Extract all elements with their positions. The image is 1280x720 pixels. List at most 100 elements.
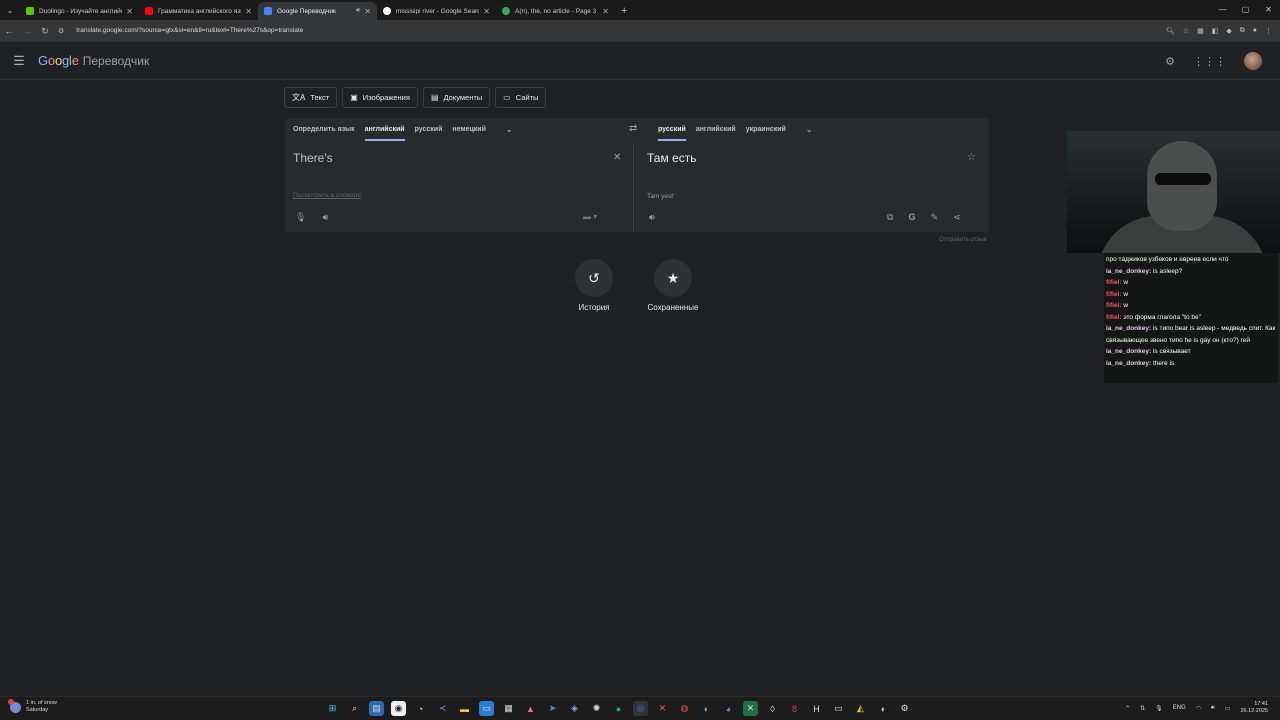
search-icon[interactable]: ⌕ (347, 701, 362, 716)
forward-arrow-icon[interactable]: → (18, 26, 36, 36)
save-star-icon[interactable]: ☆ (967, 152, 976, 163)
browser-tab[interactable]: Грамматика английского языка ✕ (139, 2, 258, 20)
settings-gear-icon[interactable]: ⚙ (1165, 55, 1175, 68)
url-field[interactable]: translate.google.com/?source=gtx&sl=en&t… (70, 23, 1166, 39)
app-icon[interactable]: 8 (787, 701, 802, 716)
photos-icon[interactable]: ▲ (523, 701, 538, 716)
tab-text[interactable]: 文A Текст (284, 87, 338, 108)
reload-icon[interactable]: ↻ (36, 26, 54, 37)
excel-icon[interactable]: ✕ (743, 701, 758, 716)
minimize-icon[interactable]: — (1211, 0, 1234, 20)
speaker-icon[interactable]: 🔊︎ (649, 212, 655, 223)
extensions-puzzle-icon[interactable]: ⧉ (1240, 27, 1245, 35)
new-tab-button[interactable]: + (615, 2, 633, 20)
chevron-up-icon[interactable]: ⌃ (1125, 705, 1130, 712)
clock[interactable]: 17:41 26.12.2025 (1240, 701, 1268, 715)
language-indicator[interactable]: ENG (1173, 705, 1186, 711)
app-icon[interactable]: ◊ (765, 701, 780, 716)
copy-icon[interactable]: ⧉ (887, 212, 893, 223)
browser-tab-active[interactable]: Google Переводчик 🔊︎ ✕ (258, 2, 377, 20)
tab-search-chevron-icon[interactable]: ⌄ (0, 0, 20, 20)
chevron-down-icon[interactable]: ⌄ (506, 125, 513, 134)
site-info-icon[interactable]: ⚙ (58, 27, 64, 35)
app-icon[interactable]: ✕ (655, 701, 670, 716)
file-explorer-icon[interactable]: ▤ (369, 701, 384, 716)
volume-icon[interactable]: 🔊︎ (1211, 705, 1215, 712)
feedback-edit-icon[interactable]: ✎ (930, 212, 938, 223)
bookmark-star-icon[interactable]: ☆ (1183, 27, 1189, 35)
settings-gear-icon[interactable]: ⚙ (897, 701, 912, 716)
back-arrow-icon[interactable]: ← (0, 26, 18, 36)
close-tab-icon[interactable]: ✕ (245, 7, 252, 16)
main-menu-icon[interactable]: ☰ (0, 53, 38, 69)
google-logo[interactable]: Google (38, 53, 79, 68)
close-tab-icon[interactable]: ✕ (483, 7, 490, 16)
maximize-icon[interactable]: ▢ (1234, 0, 1257, 20)
extension-icon[interactable]: ▦ (1197, 27, 1204, 35)
steam-icon[interactable]: ◈ (567, 701, 582, 716)
app-icon[interactable]: ◍ (677, 701, 692, 716)
app-icon[interactable]: H (809, 701, 824, 716)
wifi-icon[interactable]: ◠ (1196, 705, 1201, 712)
folder-icon[interactable]: ▬ (457, 701, 472, 716)
audio-playing-icon[interactable]: 🔊︎ (356, 7, 360, 15)
source-lang-detect[interactable]: Определить язык (293, 126, 355, 133)
source-lang-russian[interactable]: русский (415, 126, 443, 133)
close-window-icon[interactable]: ✕ (1257, 0, 1280, 20)
target-lang-russian[interactable]: русский (658, 118, 686, 141)
terminal-icon[interactable]: ▭ (831, 701, 846, 716)
apps-grid-icon[interactable]: ⋮⋮⋮ (1193, 55, 1226, 68)
speaker-icon[interactable]: 🔊︎ (322, 212, 328, 223)
spotify-icon[interactable]: ● (611, 701, 626, 716)
close-tab-icon[interactable]: ✕ (364, 7, 371, 16)
send-feedback-link[interactable]: Отправить отзыв (939, 237, 987, 243)
browser-menu-icon[interactable]: ⋮ (1265, 27, 1272, 35)
app-icon[interactable]: ◔ (413, 701, 428, 716)
visual-studio-icon[interactable]: ≺ (435, 701, 450, 716)
clear-text-icon[interactable]: ✕ (613, 152, 621, 163)
app-icon[interactable]: ◭ (853, 701, 868, 716)
close-tab-icon[interactable]: ✕ (126, 7, 133, 16)
browser-tab[interactable]: A(n), the, no article - Page 3 of ✕ (496, 2, 615, 20)
app-icon[interactable]: ▭ (479, 701, 494, 716)
target-lang-ukrainian[interactable]: украинский (746, 126, 786, 133)
source-lang-german[interactable]: немецкий (452, 126, 486, 133)
history-button[interactable]: ↺ История (554, 259, 634, 312)
app-icon[interactable]: ▦ (501, 701, 516, 716)
tab-images[interactable]: ▣ Изображения (342, 87, 418, 108)
tab-websites[interactable]: ▭ Сайты (495, 87, 547, 108)
weather-widget[interactable]: 1 in. of snow Saturday (8, 698, 57, 714)
share-icon[interactable]: ⋖ (953, 212, 961, 223)
tab-title: Грамматика английского языка (158, 7, 241, 15)
network-icon[interactable]: ⇅ (1140, 705, 1145, 712)
avatar[interactable] (1244, 52, 1262, 70)
source-text-input[interactable]: There's (293, 151, 333, 165)
telegram-icon[interactable]: ➤ (545, 701, 560, 716)
source-lang-english[interactable]: английский (364, 118, 405, 141)
extension-icon[interactable]: ◧ (1212, 27, 1219, 35)
target-lang-english[interactable]: английский (696, 126, 736, 133)
browser-tab[interactable]: missisipi river - Google Search ✕ (377, 2, 496, 20)
google-icon[interactable]: G (908, 212, 915, 223)
browser-tab[interactable]: Duolingo - Изучайте английский ✕ (20, 2, 139, 20)
saved-button[interactable]: ★ Сохраненные (633, 259, 713, 312)
microphone-icon[interactable]: 🎙︎ (295, 212, 306, 223)
keyboard-icon[interactable]: ▬ ▾ (583, 212, 597, 221)
dictionary-link[interactable]: Посмотреть в словаре (293, 192, 361, 199)
chatgpt-icon[interactable]: ✺ (589, 701, 604, 716)
chrome-icon[interactable]: ◎ (633, 701, 648, 716)
battery-icon[interactable]: ▭ (1225, 705, 1231, 712)
profile-icon[interactable]: ● (1253, 27, 1257, 35)
app-icon[interactable]: ◉ (391, 701, 406, 716)
tab-documents[interactable]: ▤ Документы (422, 87, 491, 108)
chevron-down-icon[interactable]: ⌄ (806, 125, 813, 134)
close-tab-icon[interactable]: ✕ (602, 7, 609, 16)
app-icon[interactable]: ◖ (875, 701, 890, 716)
app-icon[interactable]: ◐ (699, 701, 714, 716)
microphone-icon[interactable]: 🎙︎ (1155, 705, 1163, 712)
discord-icon[interactable]: ◕ (721, 701, 736, 716)
swap-languages-icon[interactable]: ⇄ (629, 123, 637, 134)
extension-icon[interactable]: ◆ (1226, 27, 1231, 35)
start-windows-icon[interactable]: ⊞ (325, 701, 340, 716)
zoom-icon[interactable]: 🔍︎ (1166, 27, 1175, 35)
